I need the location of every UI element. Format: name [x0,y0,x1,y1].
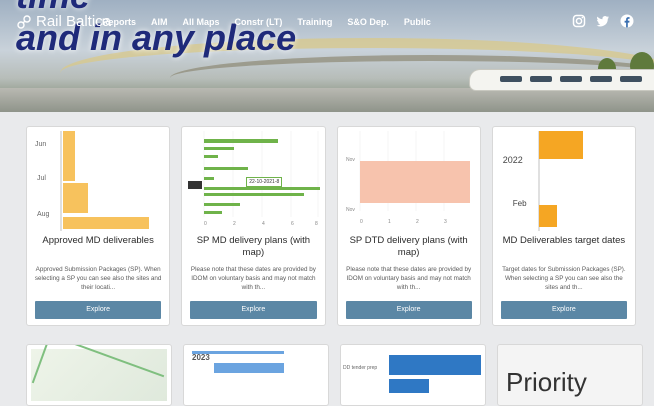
svg-text:0: 0 [360,219,363,225]
svg-text:0: 0 [204,221,207,227]
card-description: Target dates for Submission Packages (SP… [502,266,626,291]
hero-train [470,70,654,90]
card-thumbnail-chart: Nov Nov 0 1 2 3 [344,131,476,231]
nav-link-all-maps[interactable]: All Maps [183,17,220,27]
nav-link-aim[interactable]: AIM [151,17,168,27]
facebook-icon[interactable] [620,14,634,28]
card-map-thumbnail[interactable] [26,344,172,406]
brand-name: Rail Baltica [36,13,112,30]
explore-button[interactable]: Explore [35,301,162,319]
svg-text:2: 2 [233,221,236,227]
brand[interactable]: Rail Baltica [16,13,111,30]
hero-platform [0,88,654,112]
card-thumbnail-chart: Jun Jul Aug [33,131,165,231]
axis-tick-label: Aug [37,211,50,218]
svg-text:2: 2 [416,219,419,225]
app-gallery-row-2: 2023 DD tender prep Priority [26,344,643,406]
card-title: MD Deliverables target dates [502,235,626,246]
card-md-deliverables-target-dates[interactable]: 2022 Feb MD Deliverables target dates Ta… [491,126,636,326]
twitter-icon[interactable] [596,14,610,28]
nav-link-public[interactable]: Public [404,17,431,27]
nav-link-training[interactable]: Training [297,17,332,27]
card-chart-thumbnail[interactable]: DD tender prep [340,344,486,406]
explore-button[interactable]: Explore [345,301,472,319]
chart-bar [389,379,429,393]
nav-link-reports[interactable]: Reports [102,17,136,27]
chart-bar [192,351,284,354]
axis-tick-label: DD tender prep [343,365,378,371]
card-title: SP DTD delivery plans (with map) [349,235,468,258]
chart-bar [214,363,284,373]
card-thumbnail-chart: 2022 Feb [499,131,631,231]
chart-tooltip: 22-10-2021-8 [246,177,283,187]
axis-tick-label: Jul [37,175,46,182]
svg-text:Nov: Nov [346,157,355,163]
axis-tick-label: 2022 [502,155,523,165]
nav-link-so-dep[interactable]: S&O Dep. [347,17,389,27]
card-description: Please note that these dates are provide… [190,266,316,291]
svg-text:6: 6 [291,221,294,227]
explore-button[interactable]: Explore [190,301,317,319]
axis-tick-label: Jun [35,141,47,148]
axis-tick-label: Feb [512,199,527,208]
chart-bar [389,355,481,375]
card-title: Approved MD deliverables [42,235,154,246]
top-nav: Rail Baltica Reports AIM All Maps Constr… [0,8,654,36]
svg-text:Nov: Nov [346,207,355,213]
card-thumbnail-chart: 0 2 4 6 8 22-10-2021-8 [188,131,321,231]
nav-links: Reports AIM All Maps Constr (LT) Trainin… [102,17,446,27]
card-priority[interactable]: Priority [497,344,643,406]
card-sp-md-delivery-plans[interactable]: 0 2 4 6 8 22-10-2021-8 SP MD delivery plans … [181,126,326,326]
instagram-icon[interactable] [572,14,586,28]
svg-text:8: 8 [315,221,318,227]
nav-link-constr-lt[interactable]: Constr (LT) [235,17,283,27]
axis-tick-label: 2023 [192,353,210,362]
card-description: Please note that these dates are provide… [346,266,472,291]
explore-button[interactable]: Explore [500,301,627,319]
rail-baltica-logo-icon [17,14,31,29]
social-links [572,14,634,28]
card-title: SP MD delivery plans (with map) [196,235,311,258]
svg-text:3: 3 [444,219,447,225]
card-approved-md-deliverables[interactable]: Jun Jul Aug Approved MD deliverables App… [26,126,171,326]
svg-text:4: 4 [262,221,265,227]
card-sp-dtd-delivery-plans[interactable]: Nov Nov 0 1 2 3 SP DTD delivery plans (with … [336,126,481,326]
priority-text: Priority [506,367,587,397]
card-chart-thumbnail[interactable]: 2023 [183,344,329,406]
svg-text:1: 1 [388,219,391,225]
app-gallery: Jun Jul Aug Approved MD deliverables App… [26,126,636,326]
card-description: Approved Submission Packages (SP). When … [34,266,162,291]
